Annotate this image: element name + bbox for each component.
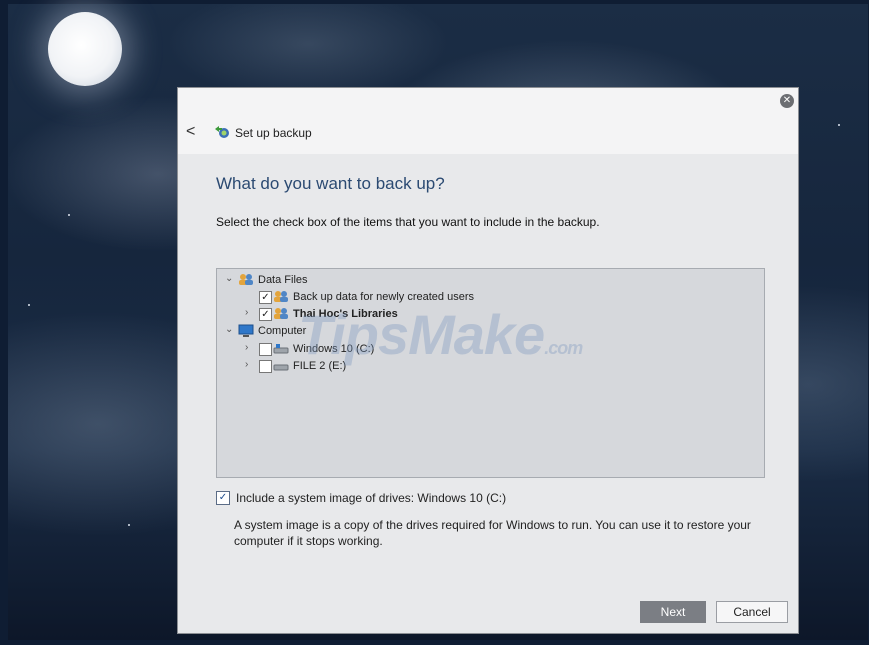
system-image-checkbox[interactable]: ✓	[216, 491, 230, 505]
system-image-label[interactable]: Include a system image of drives: Window…	[236, 491, 506, 505]
tree-item-label: Data Files	[258, 274, 308, 286]
checkbox-drive-c[interactable]	[259, 343, 272, 356]
backup-items-tree[interactable]: ⌄ Data Files ✓ Back up data for newly cr…	[216, 268, 765, 478]
checkbox-drive-e[interactable]	[259, 360, 272, 373]
star	[28, 304, 30, 306]
close-icon: ✕	[782, 95, 792, 106]
star	[68, 214, 70, 216]
star	[838, 124, 840, 126]
tree-item-label: Computer	[258, 325, 307, 337]
checkbox-libraries[interactable]: ✓	[259, 308, 272, 321]
tree-item-label: FILE 2 (E:)	[293, 360, 347, 372]
checkbox-new-users[interactable]: ✓	[259, 291, 272, 304]
computer-icon	[238, 324, 254, 337]
users-icon	[239, 274, 253, 285]
backup-icon	[215, 126, 229, 138]
page-heading: What do you want to back up?	[216, 174, 445, 193]
dialog-title: Set up backup	[235, 126, 312, 140]
system-image-description: A system image is a copy of the drives r…	[234, 518, 751, 548]
next-button[interactable]: Next	[640, 601, 706, 623]
chevron-down-icon[interactable]: ⌄	[225, 324, 233, 335]
chevron-right-icon[interactable]: ›	[245, 342, 248, 353]
chevron-down-icon[interactable]: ⌄	[225, 273, 233, 284]
tree-item-label: Thai Hoc's Libraries	[293, 308, 398, 320]
tree-item-label: Back up data for newly created users	[293, 291, 474, 303]
backup-dialog: ✕ < Set up backup What do you want to ba…	[178, 88, 798, 633]
close-button[interactable]: ✕	[780, 94, 794, 108]
tree-item-label: Windows 10 (C:)	[293, 343, 375, 355]
back-arrow-icon: <	[186, 123, 196, 140]
chevron-right-icon[interactable]: ›	[245, 307, 248, 318]
drive-icon	[273, 364, 289, 371]
cancel-button[interactable]: Cancel	[716, 601, 788, 623]
drive-icon	[273, 344, 289, 354]
instruction-text: Select the check box of the items that y…	[216, 215, 600, 229]
star	[128, 524, 130, 526]
back-button[interactable]: <	[186, 124, 195, 140]
moon	[48, 12, 122, 86]
users-icon	[274, 308, 288, 319]
title-bar: ✕ < Set up backup	[178, 88, 798, 154]
chevron-right-icon[interactable]: ›	[245, 359, 248, 370]
users-icon	[274, 291, 288, 302]
